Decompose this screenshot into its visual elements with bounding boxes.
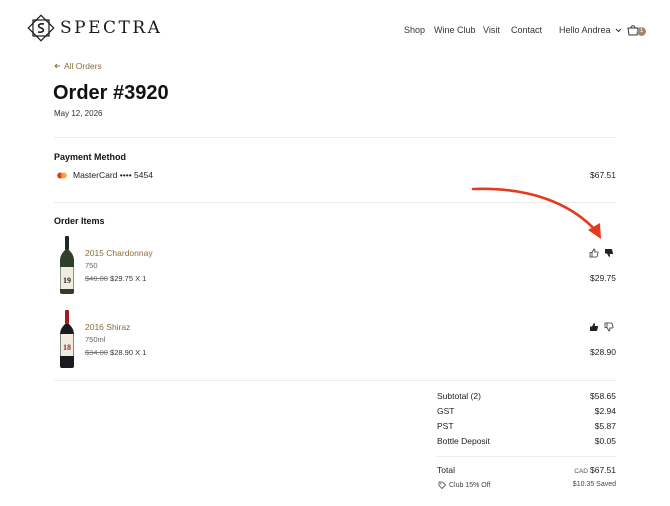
arrow-left-icon [54,63,60,69]
brand-logo[interactable]: SPECTRA [27,14,162,42]
item-total: $29.75 [590,273,616,283]
payment-method-heading: Payment Method [54,152,127,162]
site-header: SPECTRA Shop Wine Club Visit Contact Hel… [0,0,670,58]
chardonnay-bottle-image: 19 [60,236,74,294]
mastercard-icon [57,172,67,179]
item-total: $28.90 [590,347,616,357]
user-greeting: Hello Andrea [559,25,611,35]
item-volume: 750 [85,261,98,270]
currency-code: CAD [574,468,588,475]
item-volume: 750ml [85,335,106,344]
item-name-link[interactable]: 2015 Chardonnay [85,248,153,258]
nav-item-contact[interactable]: Contact [511,25,542,35]
thumbs-down-icon[interactable] [604,322,614,332]
pst-label: PST [437,421,454,431]
spectra-logo-icon [27,14,55,42]
item-quantity: X 1 [135,274,147,283]
shiraz-bottle-image: 18 [60,310,74,368]
tag-icon [438,481,446,489]
cart-count-badge: 1 [637,27,646,36]
bottle-deposit-value: $0.05 [594,436,616,446]
item-sale-price: $28.90 [110,348,133,357]
annotation-arrow [471,187,601,239]
bottle-label-text: 18 [63,343,71,352]
item-name-link[interactable]: 2016 Shiraz [85,322,130,332]
total-value: CAD $67.51 [574,465,616,475]
chevron-down-icon [615,28,622,33]
item-sale-price: $29.75 [110,274,133,283]
item-original-price: $34.00 [85,348,108,357]
gst-label: GST [437,406,455,416]
nav-item-visit[interactable]: Visit [483,25,500,35]
nav-item-wine-club[interactable]: Wine Club [434,25,476,35]
pst-value: $5.87 [594,421,616,431]
bottle-label-text: 19 [63,276,71,285]
thumbs-up-icon[interactable] [589,248,599,258]
club-discount-label: Club 15% Off [449,481,491,489]
thumbs-up-icon[interactable] [589,322,599,332]
total-label: Total [437,465,455,475]
payment-method-text: MasterCard •••• 5454 [73,170,153,180]
subtotal-value: $58.65 [590,391,616,401]
total-amount: $67.51 [590,465,616,475]
item-price: $40.00 $29.75 X 1 [85,274,146,283]
payment-amount: $67.51 [590,170,616,180]
thumbs-down-icon[interactable] [604,248,614,258]
item-quantity: X 1 [135,348,147,357]
order-date: May 12, 2026 [54,109,103,118]
user-menu[interactable]: Hello Andrea [559,25,622,35]
back-to-orders-link[interactable]: All Orders [54,61,102,71]
divider [437,456,616,457]
brand-name: SPECTRA [60,18,163,38]
divider [54,380,616,381]
item-price: $34.00 $28.90 X 1 [85,348,146,357]
item-original-price: $40.00 [85,274,108,283]
club-discount: Club 15% Off [438,481,491,489]
order-title: Order #3920 [53,82,169,104]
gst-value: $2.94 [594,406,616,416]
order-items-heading: Order Items [54,216,105,226]
back-link-label: All Orders [64,61,102,71]
subtotal-label: Subtotal (2) [437,391,481,401]
divider [54,137,616,138]
savings-amount: $10.35 Saved [572,481,616,488]
nav-item-shop[interactable]: Shop [404,25,425,35]
bottle-deposit-label: Bottle Deposit [437,436,490,446]
